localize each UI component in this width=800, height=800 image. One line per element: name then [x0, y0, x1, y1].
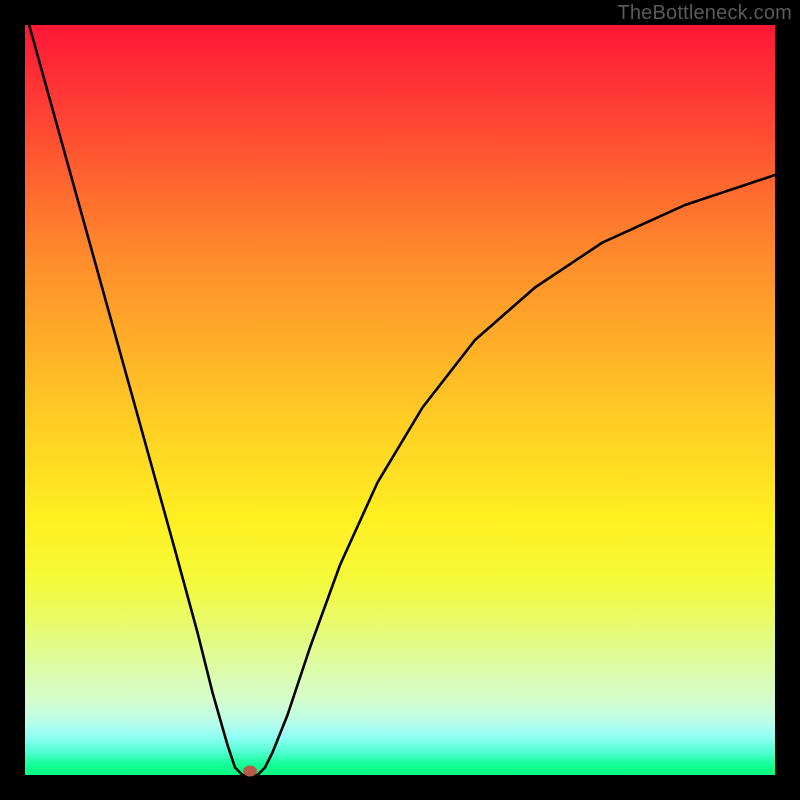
optimum-marker — [243, 766, 257, 777]
chart-frame: TheBottleneck.com — [0, 0, 800, 800]
bottleneck-curve — [25, 25, 775, 775]
plot-area — [25, 25, 775, 775]
curve-svg — [25, 25, 775, 775]
attribution-label: TheBottleneck.com — [617, 2, 792, 25]
